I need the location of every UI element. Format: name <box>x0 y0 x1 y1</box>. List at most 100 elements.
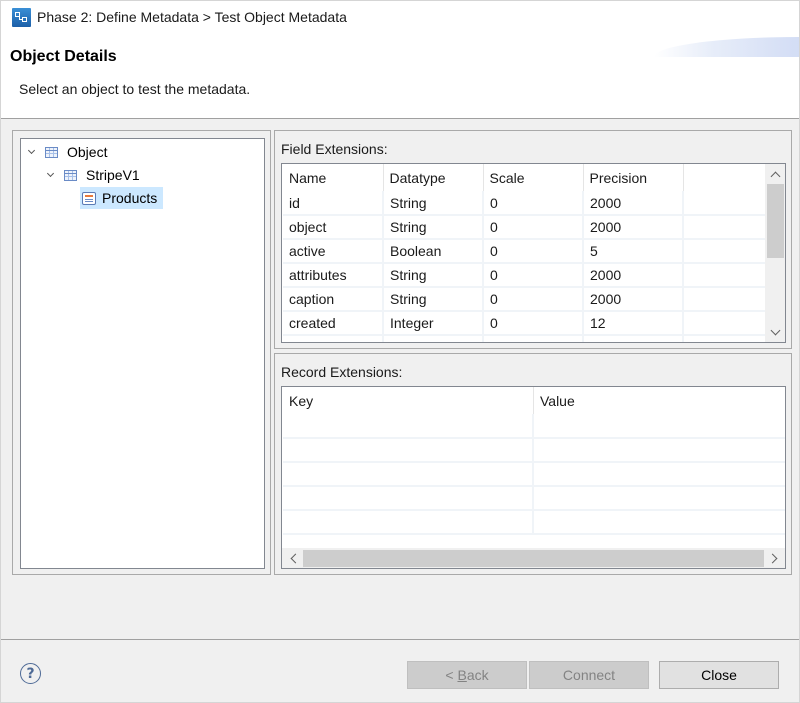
cell-datatype: String <box>383 215 484 240</box>
vertical-scrollbar[interactable] <box>765 164 785 342</box>
object-table-icon <box>82 191 96 205</box>
metadata-wizard-icon <box>12 8 31 27</box>
table-row[interactable]: caption String 0 2000 <box>283 287 768 312</box>
cell-name: active <box>283 239 384 264</box>
table-header-row: Name Datatype Scale Precision <box>283 164 768 191</box>
page-title: Object Details <box>10 48 117 65</box>
tree-item-object[interactable]: Object <box>27 141 110 163</box>
cell-name: object <box>283 215 384 240</box>
cell-empty <box>483 335 584 342</box>
cell-empty <box>283 414 535 439</box>
wizard-header: Object Details Select an object to test … <box>1 35 799 119</box>
cell-name: id <box>283 191 384 216</box>
cell-name: attributes <box>283 263 384 288</box>
cell-precision: 5 <box>583 239 684 264</box>
help-icon[interactable]: ? <box>20 663 41 684</box>
chevron-down-icon[interactable] <box>46 170 56 180</box>
table-row[interactable]: active Boolean 0 5 <box>283 239 768 264</box>
object-tree[interactable]: Object StripeV1 Products <box>20 138 265 569</box>
scrollbar-thumb[interactable] <box>303 550 764 567</box>
field-extensions-table[interactable]: Name Datatype Scale Precision id String … <box>281 163 786 343</box>
scroll-up-icon[interactable] <box>765 165 785 183</box>
tree-item-label: Products <box>102 189 161 207</box>
tree-item-label: Object <box>67 144 108 160</box>
table-row[interactable]: attributes String 0 2000 <box>283 263 768 288</box>
cell-empty <box>683 287 768 312</box>
cell-empty <box>533 486 785 511</box>
content-area: Object StripeV1 Products Field Extension… <box>12 130 792 575</box>
cell-empty <box>533 414 785 439</box>
table-icon <box>64 169 77 181</box>
table-row[interactable]: created Integer 0 12 <box>283 311 768 336</box>
cell-precision: 2000 <box>583 191 684 216</box>
close-button[interactable]: Close <box>659 661 779 689</box>
column-header-key[interactable]: Key <box>283 387 534 414</box>
cell-empty <box>533 438 785 463</box>
cell-precision: 2000 <box>583 263 684 288</box>
back-button-prefix: < <box>445 667 458 683</box>
cell-datatype: String <box>383 287 484 312</box>
scroll-down-icon[interactable] <box>765 323 785 341</box>
cell-empty <box>683 215 768 240</box>
column-header-datatype[interactable]: Datatype <box>383 164 484 191</box>
cell-scale: 0 <box>483 263 584 288</box>
chevron-down-icon[interactable] <box>27 147 37 157</box>
column-header-precision[interactable]: Precision <box>583 164 684 191</box>
dialog-window: Phase 2: Define Metadata > Test Object M… <box>0 0 800 703</box>
record-extensions-label: Record Extensions: <box>281 364 403 380</box>
column-header-name[interactable]: Name <box>283 164 384 191</box>
cell-empty <box>283 486 535 511</box>
cell-empty <box>683 335 768 342</box>
field-extensions-label: Field Extensions: <box>281 141 388 157</box>
empty-row <box>283 510 785 535</box>
cell-datatype: String <box>383 191 484 216</box>
empty-row <box>283 414 785 439</box>
table-row[interactable] <box>283 335 768 342</box>
cell-scale: 0 <box>483 239 584 264</box>
back-button[interactable]: < Back <box>407 661 527 689</box>
cell-empty <box>533 462 785 487</box>
tree-item-stripev1[interactable]: StripeV1 <box>46 164 143 186</box>
cell-empty <box>283 510 535 535</box>
cell-name: caption <box>283 287 384 312</box>
cell-empty <box>683 311 768 336</box>
table-row[interactable]: object String 0 2000 <box>283 215 768 240</box>
field-extensions-grid: Name Datatype Scale Precision id String … <box>283 164 768 342</box>
cell-empty <box>283 462 535 487</box>
cell-precision: 2000 <box>583 215 684 240</box>
cell-precision: 2000 <box>583 287 684 312</box>
cell-scale: 0 <box>483 287 584 312</box>
cell-empty <box>683 263 768 288</box>
cell-datatype: String <box>383 263 484 288</box>
scroll-right-icon[interactable] <box>764 549 784 567</box>
column-header-empty[interactable] <box>683 164 768 191</box>
cell-empty <box>683 239 768 264</box>
connect-button[interactable]: Connect <box>529 661 649 689</box>
table-row[interactable]: id String 0 2000 <box>283 191 768 216</box>
cell-scale: 0 <box>483 191 584 216</box>
footer-divider <box>1 639 799 640</box>
window-title: Phase 2: Define Metadata > Test Object M… <box>37 9 347 25</box>
scroll-left-icon[interactable] <box>283 549 303 567</box>
cell-datatype: Boolean <box>383 239 484 264</box>
cell-empty <box>683 191 768 216</box>
header-decoration <box>654 37 799 57</box>
table-icon <box>45 146 58 158</box>
title-bar: Phase 2: Define Metadata > Test Object M… <box>1 1 799 35</box>
empty-row <box>283 486 785 511</box>
back-button-mnemonic: B <box>457 667 467 683</box>
horizontal-scrollbar[interactable] <box>282 548 785 568</box>
tree-item-products[interactable]: Products <box>80 187 164 209</box>
cell-name: created <box>283 311 384 336</box>
page-description: Select an object to test the metadata. <box>19 81 251 97</box>
record-extensions-panel: Record Extensions: Key Value <box>274 353 792 575</box>
cell-empty <box>583 335 684 342</box>
record-extensions-grid: Key Value <box>283 387 785 535</box>
cell-precision: 12 <box>583 311 684 336</box>
empty-row <box>283 462 785 487</box>
column-header-scale[interactable]: Scale <box>483 164 584 191</box>
scrollbar-thumb[interactable] <box>767 184 784 258</box>
cell-empty <box>533 510 785 535</box>
record-extensions-table[interactable]: Key Value <box>281 386 786 569</box>
column-header-value[interactable]: Value <box>533 387 785 414</box>
